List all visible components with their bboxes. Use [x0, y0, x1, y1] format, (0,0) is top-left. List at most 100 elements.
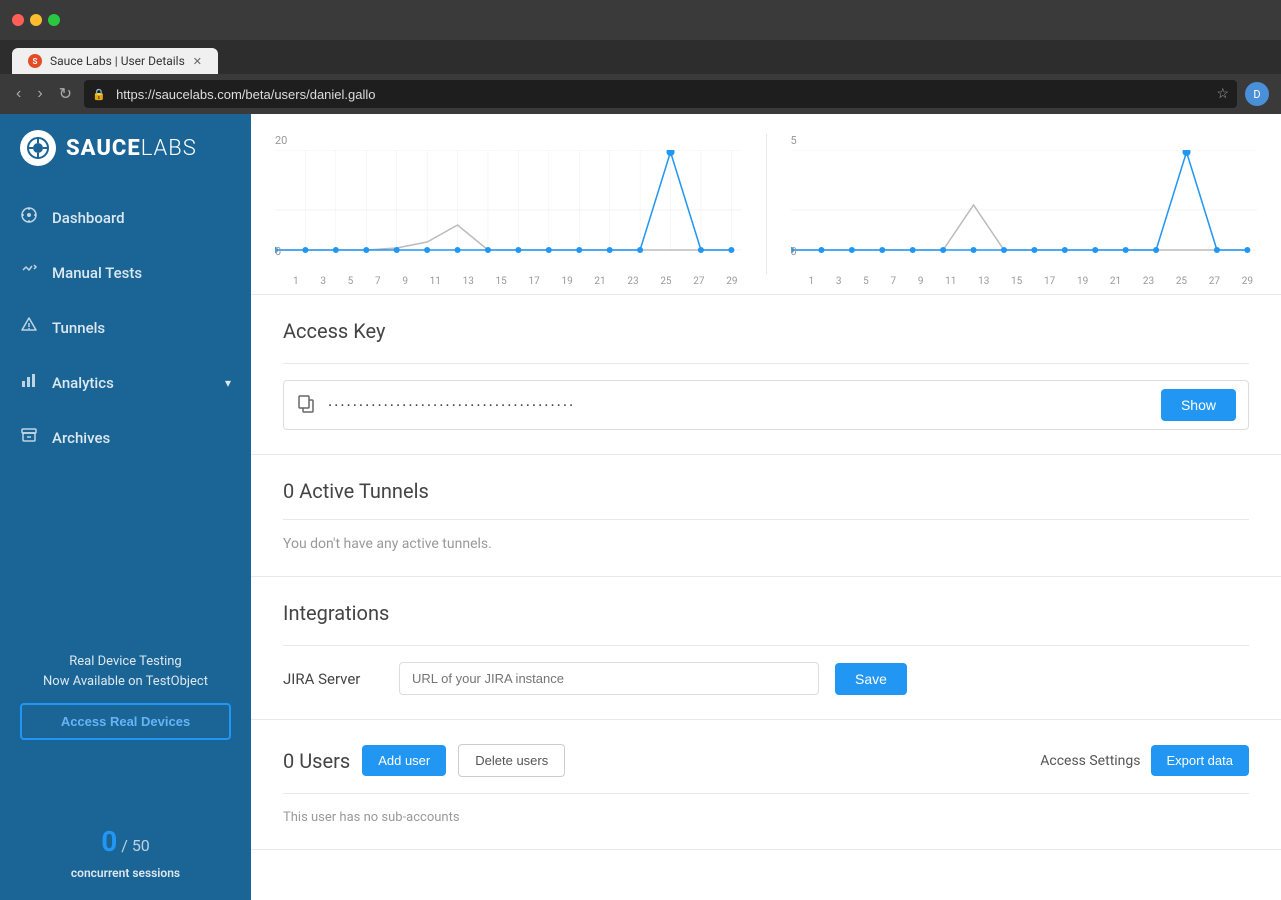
jira-label: JIRA Server: [283, 670, 383, 688]
gauge-subtitle: concurrent sessions: [71, 866, 180, 880]
lock-icon: 🔒: [92, 88, 106, 101]
sidebar-item-dashboard[interactable]: Dashboard: [0, 190, 251, 245]
chart-x-label: 15: [1011, 276, 1022, 287]
bookmark-icon[interactable]: ☆: [1216, 86, 1229, 102]
chart-x-label: 13: [463, 276, 474, 287]
logo-icon: [20, 130, 56, 166]
chart-x-label: 17: [529, 276, 540, 287]
close-window-button[interactable]: [12, 14, 24, 26]
chevron-down-icon: ▾: [225, 376, 231, 390]
chart-x-label: 1: [809, 276, 815, 287]
sidebar-item-analytics[interactable]: Analytics ▾: [0, 355, 251, 410]
gauge-max: 50: [132, 836, 150, 855]
sidebar-item-label: Manual Tests: [52, 264, 142, 282]
sidebar-item-label: Tunnels: [52, 319, 105, 337]
sidebar-item-manual-tests[interactable]: Manual Tests: [0, 245, 251, 300]
tab-bar: S Sauce Labs | User Details ✕: [0, 40, 1281, 74]
chart-x-label: 27: [693, 276, 704, 287]
sidebar: SAUCELABS Dashboard: [0, 114, 251, 900]
access-key-section: Access Key ·····························…: [251, 295, 1281, 455]
address-bar: ‹ › ↻ 🔒 ☆ D: [0, 74, 1281, 114]
chart-right: 5 0: [791, 134, 1258, 274]
chart-x-label: 9: [918, 276, 924, 287]
access-key-row: ········································…: [283, 380, 1249, 430]
jira-save-button[interactable]: Save: [835, 663, 907, 695]
archives-icon: [20, 426, 38, 449]
app-layout: SAUCELABS Dashboard: [0, 114, 1281, 900]
tab-title: Sauce Labs | User Details: [50, 54, 185, 68]
reload-button[interactable]: ↻: [55, 82, 76, 106]
show-key-button[interactable]: Show: [1161, 389, 1236, 421]
minimize-window-button[interactable]: [30, 14, 42, 26]
gauge-label: 0 / 50: [46, 825, 206, 858]
user-profile-icon[interactable]: D: [1245, 82, 1269, 106]
add-user-button[interactable]: Add user: [362, 745, 446, 776]
chart-x-label: 3: [320, 276, 326, 287]
access-key-title: Access Key: [283, 319, 1249, 343]
tunnels-icon: [20, 316, 38, 339]
address-wrapper: 🔒 ☆: [84, 80, 1237, 108]
promo-text: Real Device Testing Now Available on Tes…: [20, 652, 231, 691]
sidebar-item-tunnels[interactable]: Tunnels: [0, 300, 251, 355]
main-content: 20 0: [251, 114, 1281, 900]
address-input[interactable]: [84, 80, 1237, 108]
jira-row: JIRA Server Save: [283, 662, 1249, 695]
manual-tests-icon: [20, 261, 38, 284]
traffic-lights: [12, 14, 60, 26]
sidebar-item-label: Analytics: [52, 374, 114, 392]
chart-x-label: 17: [1044, 276, 1055, 287]
chart-x-label: 27: [1209, 276, 1220, 287]
chart-x-label: 5: [863, 276, 869, 287]
maximize-window-button[interactable]: [48, 14, 60, 26]
chart-x-label: 13: [978, 276, 989, 287]
chart-x-label: 7: [890, 276, 896, 287]
chart-svg-right: [791, 150, 1258, 270]
gauge-container: 0 / 50: [46, 772, 206, 862]
chart-x-label: 1: [293, 276, 299, 287]
chart-x-label: 11: [430, 276, 441, 287]
chart-y-top-left: 20: [275, 134, 287, 147]
delete-users-button[interactable]: Delete users: [458, 744, 565, 777]
chart-x-label: 29: [1242, 276, 1253, 287]
chart-y-zero-right: 0: [791, 245, 797, 258]
chart-x-label: 25: [1176, 276, 1187, 287]
sidebar-promo: Real Device Testing Now Available on Tes…: [0, 636, 251, 756]
export-data-button[interactable]: Export data: [1151, 745, 1250, 776]
copy-icon[interactable]: [296, 393, 316, 418]
chart-x-label: 7: [375, 276, 381, 287]
sidebar-item-label: Dashboard: [52, 209, 125, 227]
chart-x-label: 29: [726, 276, 737, 287]
chart-y-top-right: 5: [791, 134, 797, 147]
access-key-dots: ········································: [328, 396, 1149, 415]
tunnels-empty-message: You don't have any active tunnels.: [283, 536, 1249, 552]
back-button[interactable]: ‹: [12, 83, 25, 105]
analytics-icon: [20, 371, 38, 394]
chart-x-label: 19: [561, 276, 572, 287]
chart-svg-left: [275, 150, 742, 270]
browser-tab[interactable]: S Sauce Labs | User Details ✕: [12, 48, 218, 74]
chart-x-label: 23: [627, 276, 638, 287]
jira-url-input[interactable]: [399, 662, 819, 695]
chart-x-label: 25: [660, 276, 671, 287]
access-real-devices-button[interactable]: Access Real Devices: [20, 703, 231, 740]
chart-x-label: 5: [348, 276, 354, 287]
access-settings-link[interactable]: Access Settings: [1040, 753, 1140, 769]
gauge-current: 0: [101, 825, 117, 858]
chart-x-label: 3: [836, 276, 842, 287]
tab-close-button[interactable]: ✕: [193, 55, 202, 68]
users-section: 0 Users Add user Delete users Access Set…: [251, 720, 1281, 850]
chart-x-label: 19: [1077, 276, 1088, 287]
forward-button[interactable]: ›: [33, 83, 46, 105]
sidebar-item-archives[interactable]: Archives: [0, 410, 251, 465]
chart-y-zero-left: 0: [275, 245, 281, 258]
tab-favicon: S: [28, 54, 42, 68]
gauge-slash: /: [121, 836, 128, 855]
chart-section: 20 0: [251, 114, 1281, 295]
sidebar-nav: Dashboard Manual Tests: [0, 182, 251, 636]
users-actions-right: Access Settings Export data: [1040, 745, 1249, 776]
chart-x-label: 9: [402, 276, 408, 287]
chart-x-label: 23: [1143, 276, 1154, 287]
users-header: 0 Users Add user Delete users Access Set…: [283, 744, 1249, 777]
chart-x-label: 21: [1110, 276, 1121, 287]
users-title: 0 Users: [283, 749, 350, 773]
